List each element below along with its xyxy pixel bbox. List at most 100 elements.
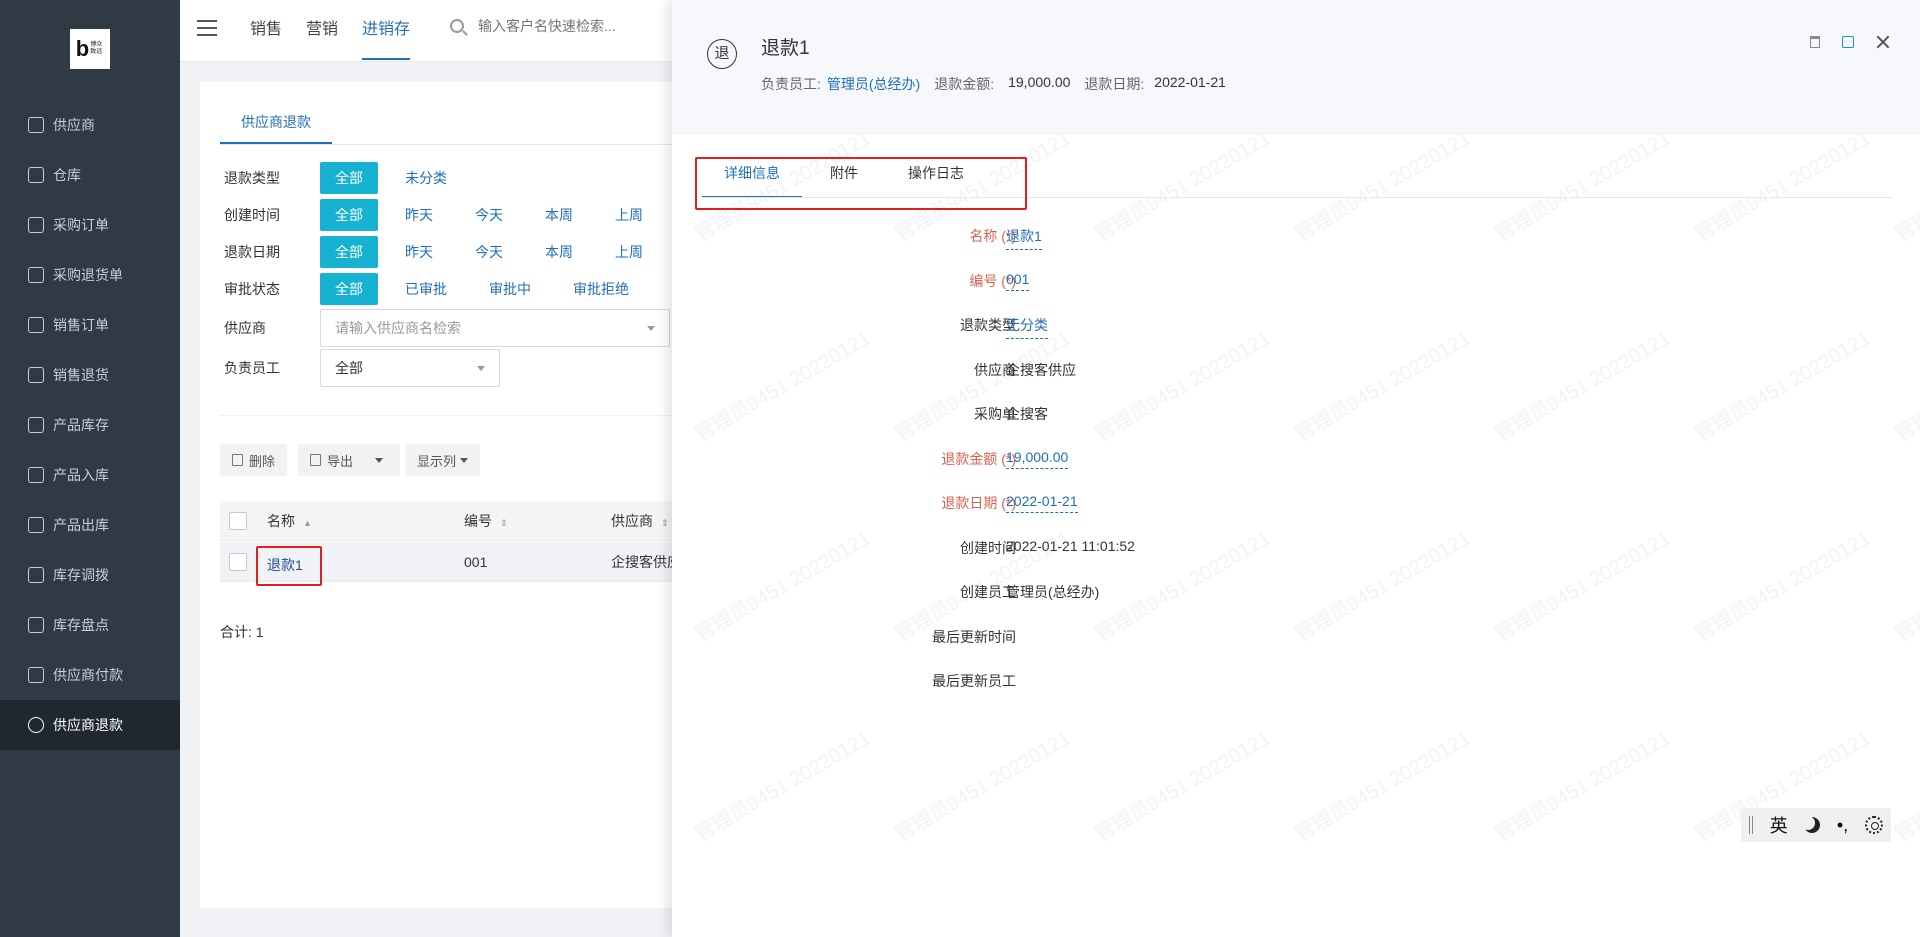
columns-button[interactable]: 显示列 [405,444,481,476]
watermark-text: 管理员9451 20220121 [1291,327,1475,446]
sidebar-item-label: 产品入库 [53,467,109,483]
tab-inventory[interactable]: 进销存 [362,0,411,60]
supplier-select[interactable]: 请输入供应商名检索 [320,309,670,347]
moon-icon[interactable] [1804,817,1820,833]
search-input[interactable] [478,18,678,34]
filter-chip-uncategorized[interactable]: 未分类 [390,162,462,194]
stock-out-icon [28,517,44,533]
drag-handle-icon[interactable] [1749,816,1754,834]
row-checkbox[interactable] [229,553,247,571]
tab-supplier-refund[interactable]: 供应商退款 [220,112,332,144]
ime-toolbar[interactable]: 英 •, [1741,808,1891,842]
field-value[interactable]: 2022-01-21 [1006,493,1078,513]
filter-chip-all[interactable]: 全部 [320,236,378,268]
tab-marketing[interactable]: 营销 [306,0,338,60]
filter-label: 退款类型 [224,170,280,186]
filter-chip-approved[interactable]: 已审批 [390,273,462,305]
watermark-text: 管理员9451 20220121 [1891,727,1920,846]
sort-up-icon[interactable]: ▲ [303,518,312,528]
column-supplier[interactable]: 供应商 ⇕ [611,501,669,541]
chevron-down-icon[interactable] [375,457,384,463]
filter-chip-rejected[interactable]: 审批拒绝 [558,273,644,305]
field-label: 退款日期 (*) [941,495,1016,511]
return-icon [28,367,44,383]
sidebar-item-sales-order[interactable]: 销售订单 [0,300,180,350]
sidebar-item-product-stock[interactable]: 产品库存 [0,400,180,450]
detail-field: 供应商 企搜客供应 [672,360,1920,384]
sidebar-item-sales-return[interactable]: 销售退货 [0,350,180,400]
cart-icon [28,217,44,233]
delete-button[interactable]: 删除 [220,444,288,476]
export-icon [310,454,321,466]
sidebar-item-supplier-payment[interactable]: 供应商付款 [0,650,180,700]
share-icon[interactable] [1842,36,1854,48]
filter-chip-all[interactable]: 全部 [320,162,378,194]
detail-drawer: 管理员9451 20220121 管理员9451 20220121 管理员9451 … [672,0,1920,937]
field-value[interactable]: 001 [1006,271,1030,291]
filter-chip-today[interactable]: 今天 [460,199,518,231]
column-name[interactable]: 名称 ▲ [267,501,312,541]
column-label: 编号 [464,513,492,529]
filter-chip-yesterday[interactable]: 昨天 [390,199,448,231]
filter-chip-last-week[interactable]: 上周 [600,236,658,268]
field-value[interactable]: 19,000.00 [1006,449,1069,469]
field-value: 管理员(总经办) [1006,584,1100,600]
filter-chip-yesterday[interactable]: 昨天 [390,236,448,268]
sidebar-item-supplier-refund[interactable]: 供应商退款 [0,700,180,750]
ime-punct[interactable]: •, [1837,815,1848,836]
filter-chip-in-approval[interactable]: 审批中 [474,273,546,305]
field-value[interactable]: 无分类 [1006,315,1048,339]
sidebar: b 博众 致远 供应商 仓库 采购订单 采购退货单 销售订单 销售退货 产品库存 产品入库 产品… [0,0,180,937]
row-name-link[interactable]: 退款1 [256,546,322,586]
filter-chip-last-week[interactable]: 上周 [600,199,658,231]
filter-label: 创建时间 [224,207,280,223]
trash-icon[interactable] [1810,36,1820,48]
close-icon[interactable] [1876,35,1890,49]
sort-icon[interactable]: ⇕ [500,518,508,528]
watermark-text: 管理员9451 20220121 [1891,327,1920,446]
detail-field: 最后更新员工 [672,671,1920,695]
refund-icon [28,717,44,733]
sidebar-item-stocktake[interactable]: 库存盘点 [0,600,180,650]
sidebar-item-warehouse[interactable]: 仓库 [0,150,180,200]
watermark-text: 管理员9451 20220121 [1491,327,1675,446]
filter-chip-this-week[interactable]: 本周 [530,199,588,231]
filter-chip-today[interactable]: 今天 [460,236,518,268]
filter-chip-this-week[interactable]: 本周 [530,236,588,268]
filter-chip-all[interactable]: 全部 [320,273,378,305]
sidebar-item-stock-transfer[interactable]: 库存调拨 [0,550,180,600]
sort-icon[interactable]: ⇕ [661,518,669,528]
amount-label: 退款金额: [934,76,995,92]
sidebar-item-purchase-return[interactable]: 采购退货单 [0,250,180,300]
owner-value[interactable]: 管理员(总经办) [827,74,920,94]
top-search [450,18,678,34]
chevron-down-icon [477,365,485,371]
export-button[interactable]: 导出 [298,444,400,476]
sidebar-item-label: 产品出库 [53,517,109,533]
sidebar-item-label: 采购订单 [53,217,109,233]
delete-label: 删除 [249,453,276,469]
ime-lang[interactable]: 英 [1770,812,1788,838]
gear-icon[interactable] [1864,816,1883,834]
owner-select[interactable]: 全部 [320,349,500,387]
filter-chip-all[interactable]: 全部 [320,199,378,231]
column-code[interactable]: 编号 ⇕ [464,501,508,541]
store-icon [28,117,44,133]
select-all-checkbox[interactable] [229,512,247,530]
sidebar-item-purchase-order[interactable]: 采购订单 [0,200,180,250]
filter-label: 退款日期 [224,244,280,260]
sidebar-item-label: 销售订单 [53,317,109,333]
chevron-down-icon [460,457,469,463]
sidebar-item-supplier[interactable]: 供应商 [0,100,180,150]
sidebar-item-product-out[interactable]: 产品出库 [0,500,180,550]
filter-label: 负责员工 [224,360,280,376]
field-value[interactable]: 退款1 [1006,226,1042,250]
sidebar-item-product-in[interactable]: 产品入库 [0,450,180,500]
filter-supplier: 供应商 请输入供应商名检索 [224,309,670,347]
menu-toggle-icon[interactable] [197,20,217,38]
inventory-icon [28,417,44,433]
tab-sales[interactable]: 销售 [250,0,282,60]
watermark-text: 管理员9451 20220121 [891,727,1075,846]
sidebar-item-label: 采购退货单 [53,267,123,283]
filter-refund-type: 退款类型 全部 未分类 [224,162,474,194]
